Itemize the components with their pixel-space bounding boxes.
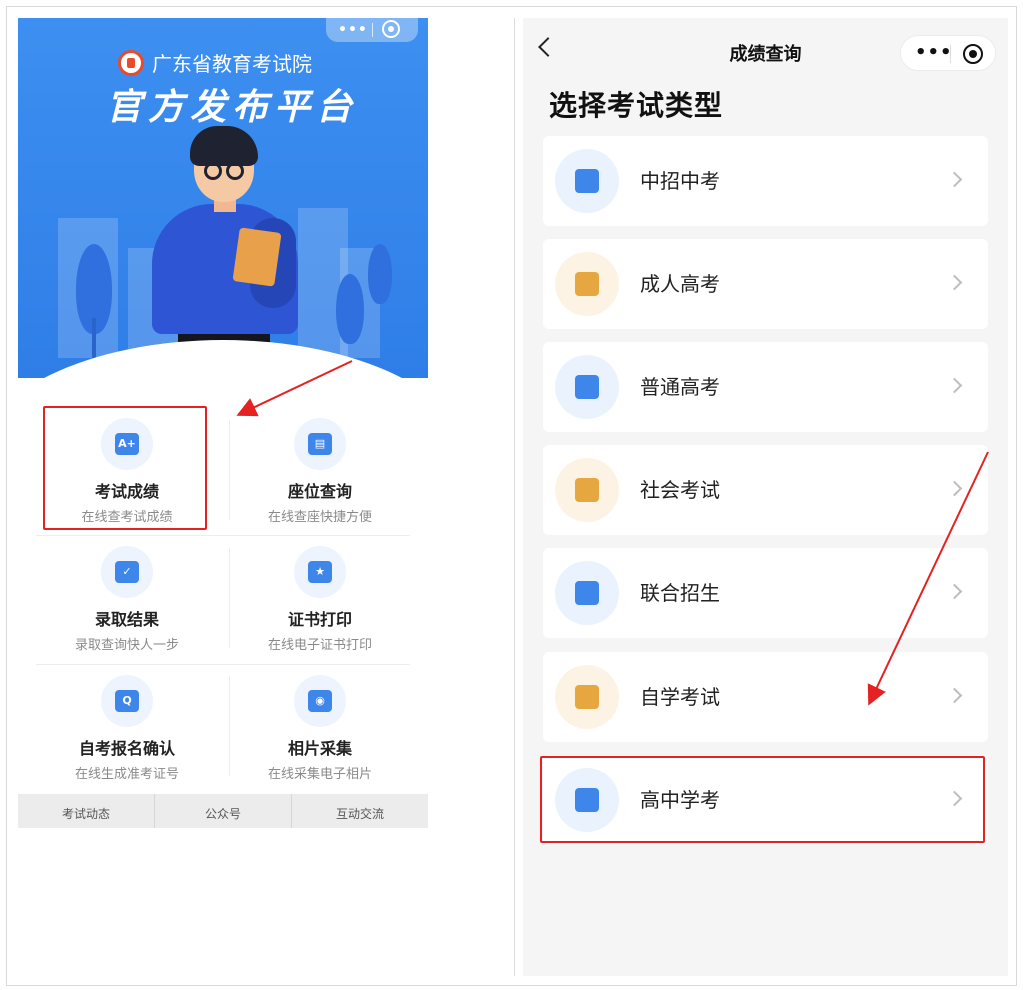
menu-item-1[interactable]: ▤ 座位查询在线查座快捷方便 xyxy=(225,418,415,528)
person-illustration-hair xyxy=(190,126,258,166)
page-heading: 选择考试类型 xyxy=(549,89,724,122)
tree-trunk xyxy=(92,318,96,358)
chevron-right-icon xyxy=(946,480,963,497)
platform-title: 官方发布平台 xyxy=(106,87,359,128)
panel-divider xyxy=(514,18,515,976)
icon-shape xyxy=(575,685,599,709)
tree-illustration xyxy=(368,244,392,304)
highlight-box-highschool-exam xyxy=(540,756,985,843)
menu-item-subtitle: 在线生成准考证号 xyxy=(74,767,179,782)
chevron-right-icon xyxy=(946,274,963,291)
seat-icon: ▤ xyxy=(294,418,346,470)
more-icon[interactable]: ••• xyxy=(338,22,368,38)
menu-icon-glyph: Q xyxy=(115,690,139,712)
menu-item-4[interactable]: Q 自考报名确认在线生成准考证号 xyxy=(32,675,222,785)
menu-item-title: 座位查询 xyxy=(287,482,352,501)
chevron-right-icon xyxy=(946,687,963,704)
search-doc-icon: Q xyxy=(101,675,153,727)
envelope-check-icon: ✓ xyxy=(101,546,153,598)
menu-item-2[interactable]: ✓ 录取结果录取查询快人一步 xyxy=(32,546,222,656)
capsule-divider xyxy=(950,45,951,63)
tab-official-account[interactable]: 公众号 xyxy=(155,794,292,828)
chevron-right-icon xyxy=(946,171,963,188)
menu-item-title: 证书打印 xyxy=(287,610,352,629)
exam-type-item[interactable]: 联合招生 xyxy=(543,548,988,638)
chevron-right-icon xyxy=(946,583,963,600)
grid-divider xyxy=(229,676,230,776)
exam-type-label: 成人高考 xyxy=(640,272,720,296)
photo-capture-icon: ◉ xyxy=(294,675,346,727)
exam-type-item[interactable]: 社会考试 xyxy=(543,445,988,535)
menu-item-3[interactable]: ★ 证书打印在线电子证书打印 xyxy=(225,546,415,656)
icon-shape xyxy=(575,375,599,399)
scroll-icon xyxy=(555,561,619,625)
menu-icon-glyph: ▤ xyxy=(308,433,332,455)
glasses-icon xyxy=(226,162,244,180)
grid-divider xyxy=(36,535,410,536)
grid-divider xyxy=(229,548,230,648)
org-name: 广东省教育考试院 xyxy=(152,52,312,76)
exam-type-item[interactable]: 中招中考 xyxy=(543,136,988,226)
icon-shape xyxy=(575,272,599,296)
icon-shape xyxy=(575,478,599,502)
menu-icon-glyph: ★ xyxy=(308,561,332,583)
icon-shape xyxy=(575,169,599,193)
pencil-ruler-icon xyxy=(555,665,619,729)
exam-type-item[interactable]: 成人高考 xyxy=(543,239,988,329)
exam-type-label: 普通高考 xyxy=(640,375,720,399)
menu-icon-glyph: ◉ xyxy=(308,690,332,712)
layers-icon xyxy=(555,458,619,522)
menu-icon-glyph: ✓ xyxy=(115,561,139,583)
menu-item-subtitle: 在线查座快捷方便 xyxy=(267,510,372,525)
miniprogram-capsule[interactable]: ••• xyxy=(900,35,996,71)
bottom-tab-bar: 考试动态 公众号 互动交流 xyxy=(18,794,428,828)
exam-type-label: 联合招生 xyxy=(640,581,720,605)
book-illustration xyxy=(232,227,282,287)
miniprogram-capsule[interactable]: ••• xyxy=(326,18,418,42)
exam-type-label: 自学考试 xyxy=(640,685,720,709)
tab-interaction[interactable]: 互动交流 xyxy=(292,794,428,828)
highlight-box-exam-score xyxy=(43,406,207,530)
icon-shape xyxy=(575,581,599,605)
org-header: 广东省教育考试院 xyxy=(118,48,312,77)
tab-exam-news[interactable]: 考试动态 xyxy=(18,794,155,828)
school-icon xyxy=(555,149,619,213)
certificate-icon: ★ xyxy=(294,546,346,598)
org-logo-icon xyxy=(118,49,144,76)
exam-type-label: 社会考试 xyxy=(640,478,720,502)
exam-type-label: 中招中考 xyxy=(640,169,720,193)
glasses-icon xyxy=(204,162,222,180)
menu-item-subtitle: 在线电子证书打印 xyxy=(267,638,372,653)
grid-divider xyxy=(36,664,410,665)
books-icon xyxy=(555,252,619,316)
close-target-icon[interactable] xyxy=(963,44,983,64)
menu-item-title: 录取结果 xyxy=(94,610,159,629)
chevron-right-icon xyxy=(946,377,963,394)
tree-illustration xyxy=(336,274,364,344)
menu-item-title: 自考报名确认 xyxy=(78,739,175,758)
more-icon[interactable]: ••• xyxy=(915,42,953,63)
menu-item-subtitle: 在线采集电子相片 xyxy=(267,767,372,782)
capsule-divider xyxy=(372,23,373,37)
close-target-icon[interactable] xyxy=(382,20,400,38)
exam-type-item[interactable]: 普通高考 xyxy=(543,342,988,432)
menu-item-title: 相片采集 xyxy=(287,739,352,758)
menu-item-subtitle: 录取查询快人一步 xyxy=(74,638,179,653)
exam-type-item[interactable]: 自学考试 xyxy=(543,652,988,742)
menu-item-5[interactable]: ◉ 相片采集在线采集电子相片 xyxy=(225,675,415,785)
hero-banner: ••• 广东省教育考试院 官方发布平台 xyxy=(18,18,428,378)
grid-divider xyxy=(229,420,230,520)
graduation-cap-icon xyxy=(555,355,619,419)
